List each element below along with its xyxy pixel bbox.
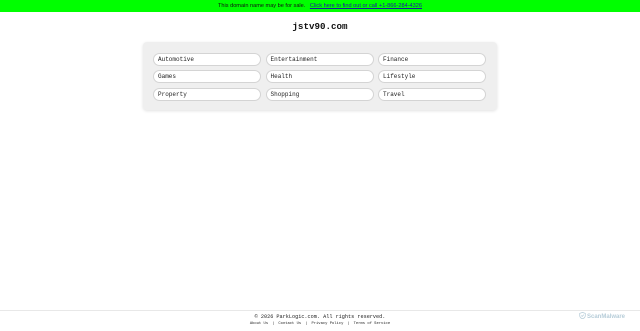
sale-info-link[interactable]: Click here to find out or call +1-866-28…: [310, 3, 422, 9]
category-grid: Automotive Entertainment Finance Games H…: [153, 53, 486, 101]
scanmalware-badge[interactable]: ScanMalware: [579, 312, 625, 321]
category-automotive[interactable]: Automotive: [153, 53, 261, 66]
copyright-text: © 2026 ParkLogic.com. All rights reserve…: [254, 314, 386, 320]
scanmalware-label: ScanMalware: [587, 313, 626, 320]
category-travel[interactable]: Travel: [378, 87, 486, 101]
category-property[interactable]: Property: [153, 87, 261, 101]
footer-separator: |: [305, 322, 308, 326]
sale-message: This domain name may be for sale.: [217, 3, 306, 9]
footer-separator: |: [272, 322, 275, 326]
shield-check-icon: [579, 312, 587, 321]
category-panel: Automotive Entertainment Finance Games H…: [143, 42, 497, 110]
footer-links: About Us | Contact Us | Privacy Policy | Terms…: [0, 321, 640, 327]
category-games[interactable]: Games: [153, 70, 261, 84]
footer-link-privacy[interactable]: Privacy Policy: [311, 322, 343, 326]
category-shopping[interactable]: Shopping: [265, 87, 374, 101]
sale-banner: This domain name may be for sale. Click …: [0, 0, 640, 12]
page-title: jstv90.com: [292, 21, 348, 32]
category-health[interactable]: Health: [265, 70, 374, 84]
footer-divider: [0, 310, 640, 311]
footer-link-contact[interactable]: Contact Us: [278, 322, 301, 326]
footer-link-terms[interactable]: Terms of Service: [354, 322, 390, 326]
category-entertainment[interactable]: Entertainment: [265, 53, 374, 66]
category-finance[interactable]: Finance: [378, 53, 486, 66]
footer-separator: |: [347, 322, 350, 326]
footer-link-about[interactable]: About Us: [250, 322, 268, 326]
category-lifestyle[interactable]: Lifestyle: [378, 70, 486, 84]
